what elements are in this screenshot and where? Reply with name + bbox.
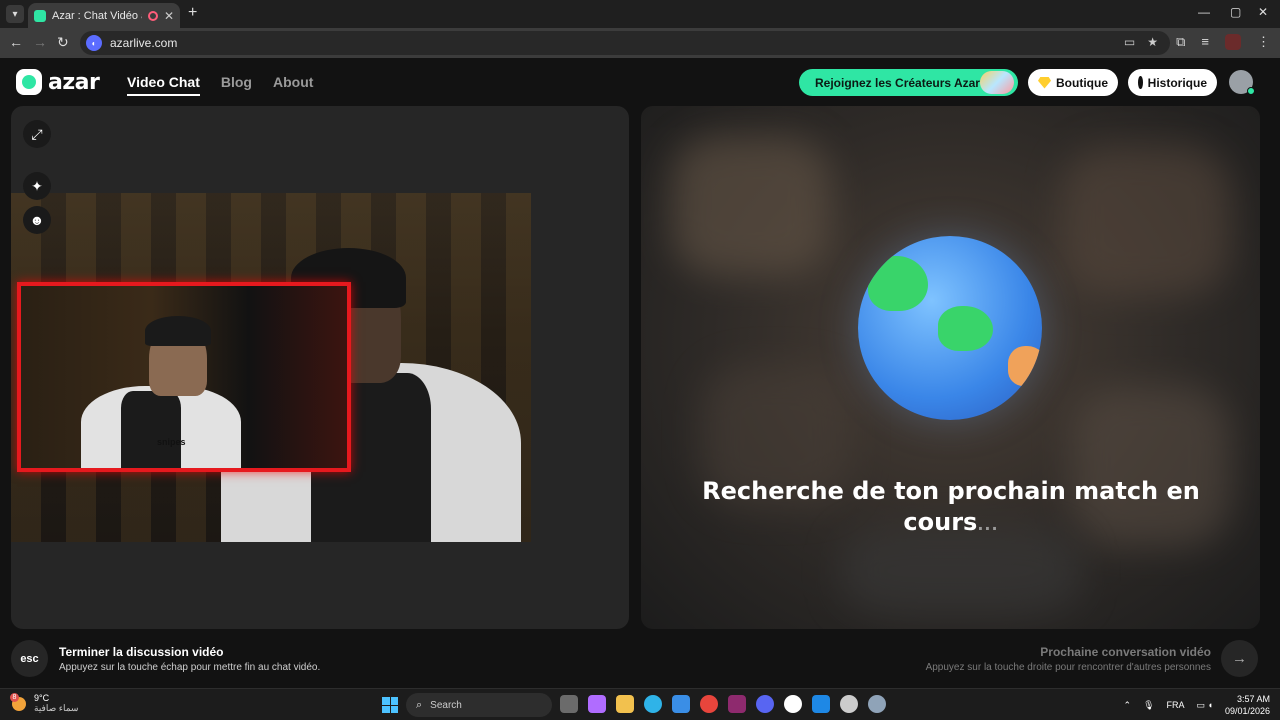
language-indicator[interactable]: FRA <box>1167 700 1185 710</box>
file-explorer-icon[interactable] <box>616 695 634 713</box>
azar-logo[interactable]: azar <box>16 69 100 95</box>
app-blue-icon[interactable] <box>812 695 830 713</box>
match-panel: Recherche de ton prochain match en cours… <box>641 106 1260 629</box>
reading-list-icon[interactable]: ≡ <box>1201 34 1209 50</box>
azar-logo-icon <box>16 69 42 95</box>
extensions-icon[interactable]: ⧉ <box>1176 34 1185 50</box>
history-label: Historique <box>1147 75 1207 90</box>
chat-controls-bar: esc Terminer la discussion vidéo Appuyez… <box>0 629 1280 688</box>
end-chat-button[interactable]: esc <box>11 640 48 677</box>
tab-close-icon[interactable]: ✕ <box>164 9 174 23</box>
weather-badge: 8 <box>10 692 19 702</box>
site-info-icon[interactable]: ◐ <box>86 35 102 51</box>
clock-icon <box>1138 76 1145 89</box>
system-tray: ⌃ 🎙 FRA ▭ ◖ 3:57 AM 09/01/2026 <box>1124 693 1270 717</box>
next-chat-title: Prochaine conversation vidéo <box>1040 645 1211 659</box>
effects-sparkle-icon[interactable]: ✦ <box>23 172 51 200</box>
clock-time: 3:57 AM <box>1236 694 1270 704</box>
address-bar[interactable]: ◐ azarlive.com ▭ ★ <box>80 31 1170 55</box>
task-view-icon[interactable] <box>560 695 578 713</box>
searching-label: Recherche de ton prochain match en cours <box>702 477 1200 536</box>
copilot-icon[interactable] <box>588 695 606 713</box>
end-chat-title: Terminer la discussion vidéo <box>59 645 224 659</box>
clock-date: 09/01/2026 <box>1224 706 1270 716</box>
shop-button[interactable]: Boutique <box>1028 69 1118 96</box>
url-text: azarlive.com <box>110 36 178 50</box>
end-chat-hint: Appuyez sur la touche échap pour mettre … <box>59 662 321 673</box>
close-window-button[interactable]: ✕ <box>1258 5 1268 19</box>
tab-title: Azar : Chat Vidéo avec de n <box>52 9 142 22</box>
azar-page: azar Video Chat Blog About Rejoignez les… <box>0 58 1280 688</box>
self-video-panel: ⤢ ✦ ☻ snipes <box>11 106 629 629</box>
edge-icon[interactable] <box>644 695 662 713</box>
discord-icon[interactable] <box>756 695 774 713</box>
browser-menu-icon[interactable]: ⋮ <box>1257 34 1270 50</box>
nav-about[interactable]: About <box>273 74 313 96</box>
hoodie-print-text: snipes <box>157 437 186 447</box>
main-nav: Video Chat Blog About <box>127 74 313 96</box>
chrome-icon[interactable] <box>700 695 718 713</box>
azar-favicon-icon <box>34 9 46 22</box>
app-circle-icon[interactable] <box>784 695 802 713</box>
browser-tab[interactable]: Azar : Chat Vidéo avec de n ✕ <box>28 3 180 28</box>
taskbar-search-label: Search <box>430 699 462 711</box>
profile-icon[interactable] <box>1225 34 1241 50</box>
windows-start-icon[interactable] <box>382 697 398 713</box>
new-tab-button[interactable]: + <box>188 4 197 22</box>
online-status-icon <box>1247 87 1255 95</box>
tray-chevron-icon[interactable]: ⌃ <box>1124 700 1132 711</box>
streamer-webcam-overlay: snipes <box>17 282 351 472</box>
next-chat-hint: Appuyez sur la touche droite pour rencon… <box>925 662 1211 673</box>
join-creators-button[interactable]: Rejoignez les Créateurs Azar <box>799 69 1018 96</box>
gem-icon <box>1038 76 1051 89</box>
weather-description: سماء صافية <box>34 703 79 713</box>
windows-taskbar: 8 9°C سماء صافية ⌕ Search ⌃ 🎙 FRA ▭ ◖ 3:… <box>0 688 1280 720</box>
shop-label: Boutique <box>1056 75 1108 90</box>
searching-match-text: Recherche de ton prochain match en cours… <box>681 476 1221 540</box>
recording-indicator-icon <box>147 10 158 21</box>
forward-icon[interactable]: → <box>33 34 47 50</box>
history-button[interactable]: Historique <box>1128 69 1217 96</box>
nav-blog[interactable]: Blog <box>221 74 252 96</box>
minimize-button[interactable]: — <box>1198 5 1210 19</box>
tab-search-menu-icon[interactable]: ▾ <box>6 5 24 23</box>
next-chat-arrow-icon[interactable]: → <box>1221 640 1258 677</box>
weather-moon-icon: 8 <box>10 692 26 711</box>
reload-icon[interactable]: ↻ <box>57 34 69 51</box>
app-icon[interactable] <box>728 695 746 713</box>
address-toolbar: ← → ↻ ◐ azarlive.com ▭ ★ ⧉ ≡ ⋮ <box>0 28 1280 58</box>
expand-icon[interactable]: ⤢ <box>23 120 51 148</box>
browser-tab-bar: ▾ Azar : Chat Vidéo avec de n ✕ + — ▢ ✕ <box>0 0 1280 28</box>
maximize-button[interactable]: ▢ <box>1230 5 1241 19</box>
taskbar-search[interactable]: ⌕ Search <box>406 693 552 717</box>
face-filter-icon[interactable]: ☻ <box>23 206 51 234</box>
store-icon[interactable] <box>672 695 690 713</box>
nav-video-chat[interactable]: Video Chat <box>127 74 200 96</box>
taskbar-clock[interactable]: 3:57 AM 09/01/2026 <box>1225 693 1270 717</box>
creators-badge-icon <box>980 71 1014 94</box>
microphone-icon[interactable]: 🎙 <box>1143 700 1154 711</box>
join-creators-label: Rejoignez les Créateurs Azar <box>815 75 980 90</box>
back-icon[interactable]: ← <box>9 34 23 50</box>
weather-widget[interactable]: 8 9°C سماء صافية <box>10 692 79 714</box>
search-icon: ⌕ <box>416 698 423 711</box>
weather-temp: 9°C <box>34 693 50 703</box>
loading-dots: ... <box>977 515 999 534</box>
network-volume-icon[interactable]: ▭ ◖ <box>1197 700 1213 711</box>
globe-searching-icon <box>858 236 1042 420</box>
user-avatar[interactable] <box>1229 70 1255 95</box>
bookmark-star-icon[interactable]: ★ <box>1147 35 1158 49</box>
settings-icon[interactable] <box>868 695 886 713</box>
app-grey-icon[interactable] <box>840 695 858 713</box>
cast-icon[interactable]: ▭ <box>1124 35 1135 49</box>
logo-text: azar <box>48 69 100 95</box>
